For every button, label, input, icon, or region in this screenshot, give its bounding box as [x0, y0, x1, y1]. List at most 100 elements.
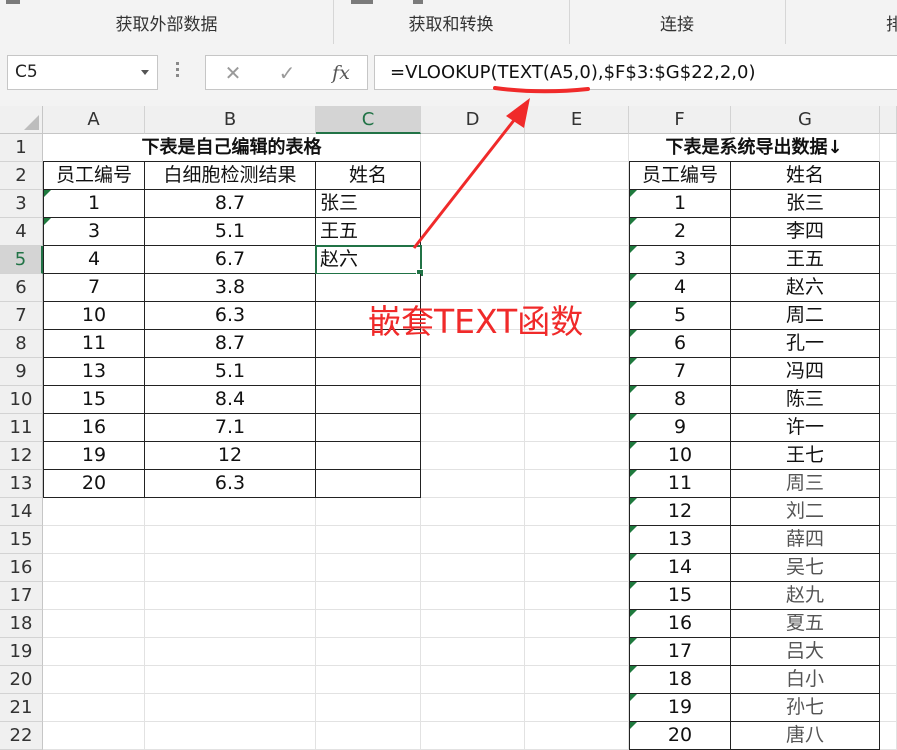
cell[interactable]	[145, 582, 316, 610]
chevron-down-icon[interactable]	[141, 70, 149, 75]
row-header-11[interactable]: 11	[0, 414, 43, 442]
cell[interactable]	[145, 498, 316, 526]
right-table-cell[interactable]: 3	[629, 246, 731, 274]
right-table-cell[interactable]: 15	[629, 582, 731, 610]
drag-handle-icon[interactable]	[176, 62, 180, 82]
left-table-cell[interactable]	[316, 470, 421, 498]
cell[interactable]	[880, 190, 897, 218]
row-header-4[interactable]: 4	[0, 218, 43, 246]
cell[interactable]	[880, 302, 897, 330]
left-table-cell[interactable]	[316, 358, 421, 386]
left-table-cell[interactable]: 8.4	[145, 386, 316, 414]
cell[interactable]	[525, 498, 629, 526]
cell[interactable]	[421, 722, 525, 750]
cell[interactable]	[525, 694, 629, 722]
cell[interactable]	[421, 554, 525, 582]
column-header-f[interactable]: F	[629, 106, 731, 134]
left-table-cell[interactable]: 10	[43, 302, 145, 330]
row-header-19[interactable]: 19	[0, 638, 43, 666]
right-table-cell[interactable]: 许一	[731, 414, 880, 442]
cell[interactable]	[43, 526, 145, 554]
cell[interactable]	[421, 246, 525, 274]
name-box[interactable]: C5	[7, 55, 158, 90]
insert-function-button[interactable]: fx	[326, 60, 356, 86]
cell[interactable]	[525, 386, 629, 414]
cell[interactable]	[421, 694, 525, 722]
cell[interactable]	[421, 498, 525, 526]
row-header-3[interactable]: 3	[0, 190, 43, 218]
cell[interactable]	[145, 526, 316, 554]
cell[interactable]	[421, 134, 525, 162]
column-header-d[interactable]: D	[421, 106, 525, 134]
right-table-title[interactable]: 下表是系统导出数据↓	[629, 134, 880, 162]
right-table-cell[interactable]: 6	[629, 330, 731, 358]
right-table-cell[interactable]: 王七	[731, 442, 880, 470]
left-table-cell[interactable]: 6.7	[145, 246, 316, 274]
column-header-g[interactable]: G	[731, 106, 880, 134]
right-table-cell[interactable]: 薛四	[731, 526, 880, 554]
cell[interactable]	[525, 582, 629, 610]
right-table-cell[interactable]: 11	[629, 470, 731, 498]
select-all-button[interactable]	[0, 106, 43, 134]
cell[interactable]	[880, 358, 897, 386]
cell[interactable]	[145, 610, 316, 638]
ribbon-group-get-transform[interactable]: 获取和转换	[333, 0, 570, 44]
check-icon[interactable]: ✓	[272, 60, 302, 86]
cell[interactable]	[421, 666, 525, 694]
left-table-cell[interactable]: 1	[43, 190, 145, 218]
right-table-cell[interactable]: 夏五	[731, 610, 880, 638]
cell[interactable]	[880, 330, 897, 358]
cell[interactable]	[43, 610, 145, 638]
cell[interactable]	[316, 498, 421, 526]
cell[interactable]	[421, 358, 525, 386]
row-header-7[interactable]: 7	[0, 302, 43, 330]
cell[interactable]	[525, 358, 629, 386]
cell[interactable]	[525, 414, 629, 442]
cell[interactable]	[880, 218, 897, 246]
cell[interactable]	[43, 722, 145, 750]
right-table-cell[interactable]: 18	[629, 666, 731, 694]
cell[interactable]	[525, 190, 629, 218]
left-table-cell[interactable]: 15	[43, 386, 145, 414]
left-table-header[interactable]: 员工编号	[43, 162, 145, 190]
right-table-cell[interactable]: 8	[629, 386, 731, 414]
cell[interactable]	[525, 442, 629, 470]
cell[interactable]	[880, 498, 897, 526]
right-table-cell[interactable]: 赵六	[731, 274, 880, 302]
right-table-cell[interactable]: 陈三	[731, 386, 880, 414]
cell[interactable]	[525, 134, 629, 162]
row-header-10[interactable]: 10	[0, 386, 43, 414]
cell[interactable]	[880, 554, 897, 582]
left-table-cell[interactable]: 11	[43, 330, 145, 358]
cell[interactable]	[525, 722, 629, 750]
cell[interactable]	[316, 582, 421, 610]
row-header-20[interactable]: 20	[0, 666, 43, 694]
row-header-6[interactable]: 6	[0, 274, 43, 302]
right-table-cell[interactable]: 刘二	[731, 498, 880, 526]
cell[interactable]	[525, 526, 629, 554]
right-table-cell[interactable]: 冯四	[731, 358, 880, 386]
right-table-cell[interactable]: 13	[629, 526, 731, 554]
column-header-b[interactable]: B	[145, 106, 316, 134]
right-table-cell[interactable]: 9	[629, 414, 731, 442]
cell[interactable]	[43, 582, 145, 610]
cell[interactable]	[880, 442, 897, 470]
row-header-16[interactable]: 16	[0, 554, 43, 582]
cell[interactable]	[880, 134, 897, 162]
cell[interactable]	[316, 554, 421, 582]
left-table-cell[interactable]: 6.3	[145, 302, 316, 330]
cell[interactable]	[880, 526, 897, 554]
left-table-cell[interactable]: 王五	[316, 218, 421, 246]
cell[interactable]	[880, 610, 897, 638]
ribbon-group-get-external-data[interactable]: 获取外部数据	[0, 0, 334, 44]
left-table-cell[interactable]: 7.1	[145, 414, 316, 442]
right-table-cell[interactable]: 16	[629, 610, 731, 638]
left-table-cell[interactable]: 6.3	[145, 470, 316, 498]
right-table-cell[interactable]: 10	[629, 442, 731, 470]
cell[interactable]	[421, 470, 525, 498]
cell[interactable]	[525, 470, 629, 498]
cell[interactable]	[43, 554, 145, 582]
cell[interactable]	[421, 442, 525, 470]
cell[interactable]	[145, 638, 316, 666]
cell[interactable]	[316, 666, 421, 694]
